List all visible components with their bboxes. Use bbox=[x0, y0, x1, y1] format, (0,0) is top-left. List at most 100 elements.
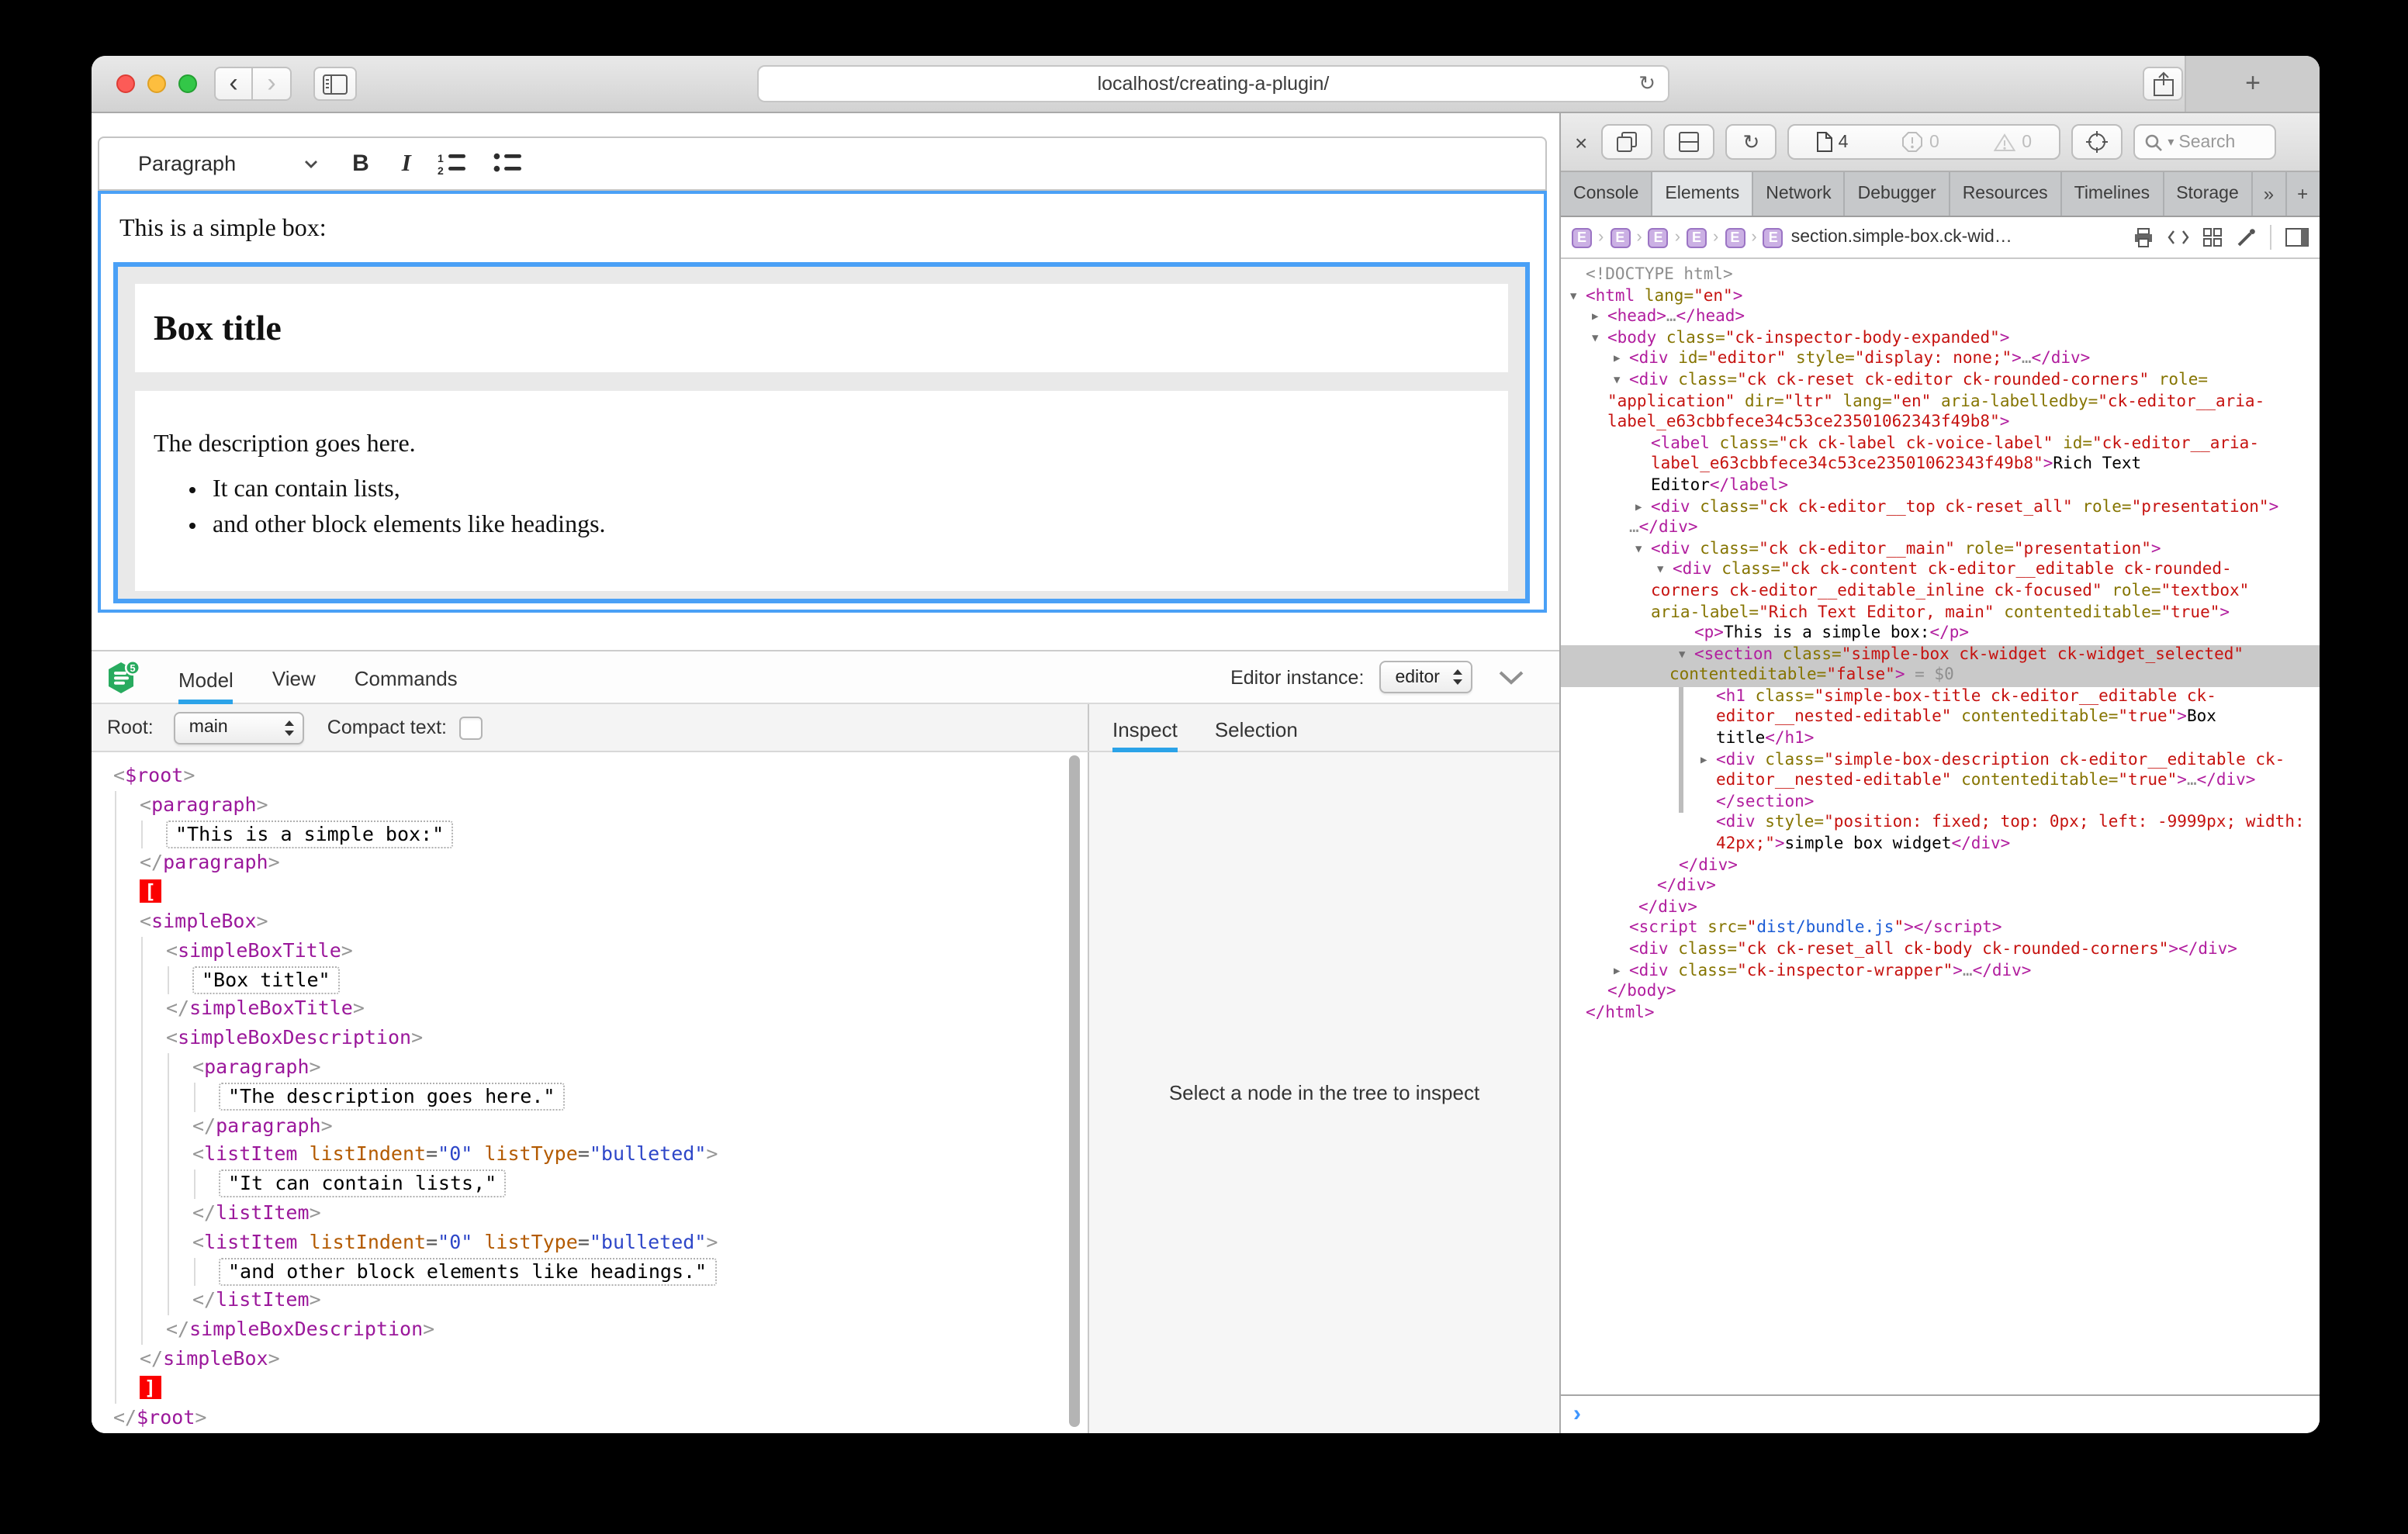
model-tree-node[interactable]: <listItem listIndent="0" listType="bulle… bbox=[92, 1228, 1088, 1258]
dom-tree-line[interactable]: </html> bbox=[1561, 1004, 2320, 1024]
numbered-list-button[interactable]: 12 bbox=[438, 152, 467, 175]
dom-tree-line[interactable]: ▼<div class="ck ck-editor__main" role="p… bbox=[1561, 539, 2320, 560]
dom-tree-line[interactable]: <h1 class="simple-box-title ck-editor__e… bbox=[1561, 687, 2320, 708]
model-tree-node[interactable]: "and other block elements like headings.… bbox=[92, 1257, 1088, 1287]
chevron-down-icon[interactable] bbox=[304, 159, 318, 168]
collapse-node-icon[interactable]: ▼ bbox=[1657, 561, 1663, 582]
dom-tree-line[interactable]: editor__nested-editable" contenteditable… bbox=[1561, 772, 2320, 793]
close-devtools-button[interactable]: × bbox=[1575, 130, 1587, 154]
model-tree-node[interactable]: </listItem> bbox=[92, 1287, 1088, 1316]
dom-tree-line[interactable]: </div> bbox=[1561, 876, 2320, 897]
zoom-window-button[interactable] bbox=[178, 74, 197, 93]
devtools-tab-debugger[interactable]: Debugger bbox=[1846, 172, 1950, 216]
quick-console[interactable]: › bbox=[1561, 1394, 2320, 1433]
model-tree-node[interactable]: </$root> bbox=[92, 1403, 1088, 1432]
collapse-node-icon[interactable]: ▼ bbox=[1635, 539, 1642, 560]
breadcrumb-element-badge[interactable]: E bbox=[1725, 227, 1745, 247]
expand-node-icon[interactable]: ▶ bbox=[1614, 961, 1620, 982]
model-tree-node[interactable]: "Box title" bbox=[92, 966, 1088, 995]
inspector-tab-model[interactable]: Model bbox=[178, 652, 234, 703]
back-button[interactable]: ‹ bbox=[214, 67, 253, 101]
add-tab-button[interactable]: + bbox=[2286, 172, 2320, 216]
dom-tree-line[interactable]: <div class="ck ck-reset_all ck-body ck-r… bbox=[1561, 940, 2320, 961]
model-tree-node[interactable]: "It can contain lists," bbox=[92, 1170, 1088, 1199]
breadcrumb-current-node[interactable]: section.simple-box.ck-wid… bbox=[1791, 228, 2012, 247]
detach-devtools-button[interactable] bbox=[1601, 124, 1652, 160]
model-tree-node[interactable]: </paragraph> bbox=[92, 1111, 1088, 1141]
inspector-tab-view[interactable]: View bbox=[272, 651, 316, 703]
dom-tree-line[interactable]: <label class="ck ck-label ck-voice-label… bbox=[1561, 434, 2320, 455]
collapse-node-icon[interactable]: ▼ bbox=[1614, 371, 1620, 392]
breadcrumb-element-badge[interactable]: E bbox=[1687, 227, 1707, 247]
collapse-node-icon[interactable]: ▼ bbox=[1570, 286, 1576, 307]
dom-tree-line[interactable]: contenteditable="false"> = $0 bbox=[1561, 666, 2320, 687]
share-button[interactable] bbox=[2143, 67, 2183, 101]
breadcrumb-element-badge[interactable]: E bbox=[1763, 227, 1784, 247]
devtools-tab-network[interactable]: Network bbox=[1753, 172, 1845, 216]
inspector-tab-selection[interactable]: Selection bbox=[1215, 704, 1298, 751]
compact-text-checkbox[interactable] bbox=[459, 716, 483, 739]
print-icon[interactable] bbox=[2133, 227, 2154, 247]
italic-button[interactable]: I bbox=[402, 150, 411, 178]
simple-box-widget[interactable]: Box title The description goes here. It … bbox=[113, 262, 1530, 603]
simple-box-title-editable[interactable]: Box title bbox=[135, 284, 1508, 372]
layout-grid-icon[interactable] bbox=[2203, 228, 2222, 247]
model-tree-node[interactable]: </paragraph> bbox=[92, 849, 1088, 879]
reload-icon[interactable]: ↻ bbox=[1638, 71, 1656, 96]
dom-tree-line[interactable]: ▶<div class="ck ck-editor__top ck-reset_… bbox=[1561, 497, 2320, 518]
breadcrumb-element-badge[interactable]: E bbox=[1572, 227, 1592, 247]
dom-tree-line[interactable]: </body> bbox=[1561, 982, 2320, 1003]
dom-tree-line[interactable]: ▶<div class="simple-box-description ck-e… bbox=[1561, 750, 2320, 771]
dom-tree-line[interactable]: "application" dir="ltr" lang="en" aria-l… bbox=[1561, 392, 2320, 413]
expand-node-icon[interactable]: ▶ bbox=[1592, 307, 1598, 328]
tree-scrollbar[interactable] bbox=[1069, 755, 1080, 1427]
model-tree-node[interactable]: </simpleBox> bbox=[92, 1345, 1088, 1374]
paragraph-dropdown[interactable]: Paragraph bbox=[138, 152, 236, 175]
dom-tree-line[interactable]: </section> bbox=[1561, 793, 2320, 814]
intro-paragraph[interactable]: This is a simple box: bbox=[119, 216, 1544, 244]
details-sidebar-icon[interactable] bbox=[2285, 228, 2309, 247]
styles-brush-icon[interactable] bbox=[2236, 227, 2256, 247]
model-tree-node[interactable]: <paragraph> bbox=[92, 791, 1088, 821]
dom-tree-line[interactable]: <div style="position: fixed; top: 0px; l… bbox=[1561, 814, 2320, 834]
dom-tree-line[interactable]: <p>This is a simple box:</p> bbox=[1561, 624, 2320, 644]
reload-page-button[interactable]: ↻ bbox=[1725, 124, 1777, 160]
minimize-window-button[interactable] bbox=[147, 74, 166, 93]
collapse-inspector-icon[interactable] bbox=[1497, 669, 1525, 685]
dom-tree-line[interactable]: corners ck-editor__editable_inline ck-fo… bbox=[1561, 582, 2320, 603]
dom-tree-line[interactable]: ▼<div class="ck ck-reset ck-editor ck-ro… bbox=[1561, 371, 2320, 392]
model-tree-node[interactable]: <simpleBox> bbox=[92, 907, 1088, 937]
forward-button[interactable]: › bbox=[253, 67, 292, 101]
inspector-tab-commands[interactable]: Commands bbox=[355, 651, 458, 703]
dom-tree-line[interactable]: label_e63cbbfece34c53ce23501062343f49b8"… bbox=[1561, 455, 2320, 476]
devtools-tab-console[interactable]: Console bbox=[1561, 172, 1652, 216]
model-tree-node[interactable]: "This is a simple box:" bbox=[92, 820, 1088, 849]
issues-summary[interactable]: 4 0 0 bbox=[1787, 124, 2060, 160]
model-tree-node[interactable]: </simpleBoxTitle> bbox=[92, 995, 1088, 1024]
model-tree-node[interactable]: <simpleBoxDescription> bbox=[92, 1024, 1088, 1053]
devtools-search-field[interactable]: ▾ Search bbox=[2133, 124, 2276, 160]
address-bar[interactable]: localhost/creating-a-plugin/ ↻ bbox=[757, 65, 1669, 102]
dom-tree-line[interactable]: label_e63cbbfece34c53ce23501062343f49b8"… bbox=[1561, 413, 2320, 434]
expand-node-icon[interactable]: ▶ bbox=[1614, 350, 1620, 371]
dom-tree-line[interactable]: </div> bbox=[1561, 898, 2320, 919]
root-select[interactable]: main bbox=[174, 711, 304, 744]
dom-tree-line[interactable]: ▶<head>…</head> bbox=[1561, 307, 2320, 328]
breadcrumb-element-badge[interactable]: E bbox=[1610, 227, 1630, 247]
element-picker-button[interactable] bbox=[2071, 124, 2123, 160]
dock-side-button[interactable] bbox=[1663, 124, 1714, 160]
dom-tree-line[interactable]: <!DOCTYPE html> bbox=[1561, 265, 2320, 286]
dom-tree-line[interactable]: …</div> bbox=[1561, 518, 2320, 539]
dom-tree-line[interactable]: aria-label="Rich Text Editor, main" cont… bbox=[1561, 603, 2320, 624]
dom-tree-line[interactable]: ▶<div id="editor" style="display: none;"… bbox=[1561, 350, 2320, 371]
model-tree-node[interactable]: ] bbox=[92, 1373, 1088, 1403]
devtools-tab-timelines[interactable]: Timelines bbox=[2062, 172, 2164, 216]
show-source-icon[interactable] bbox=[2168, 230, 2189, 245]
new-tab-button[interactable]: + bbox=[2185, 56, 2320, 112]
dom-tree-line[interactable]: ▼<html lang="en"> bbox=[1561, 286, 2320, 307]
dom-tree-line[interactable]: ▼<section class="simple-box ck-widget ck… bbox=[1561, 644, 2320, 665]
devtools-tab-elements[interactable]: Elements bbox=[1652, 172, 1753, 216]
model-tree-node[interactable]: "The description goes here." bbox=[92, 1083, 1088, 1112]
inspector-tab-inspect[interactable]: Inspect bbox=[1112, 704, 1178, 752]
simple-box-description-editable[interactable]: The description goes here. It can contai… bbox=[135, 391, 1508, 591]
